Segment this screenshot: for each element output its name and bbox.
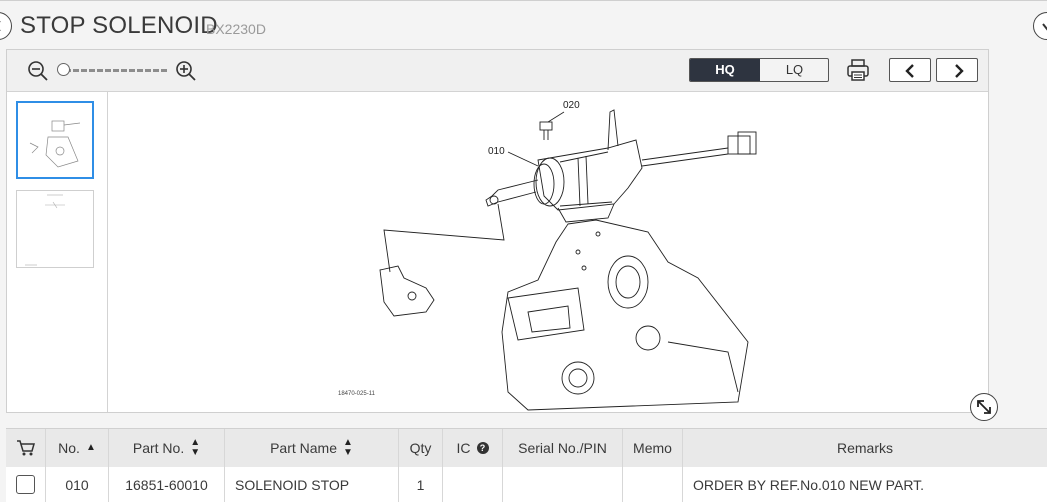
header-no-label: No.: [58, 440, 80, 456]
header-serial-label: Serial No./PIN: [518, 440, 607, 456]
cell-qty: 1: [399, 467, 443, 502]
back-button[interactable]: [0, 12, 12, 40]
sort-asc-icon: ▲: [85, 442, 96, 453]
zoom-slider-knob[interactable]: [57, 63, 70, 76]
cell-no: 010: [46, 467, 109, 502]
zoom-slider-track[interactable]: [65, 69, 167, 72]
callout-010[interactable]: 010: [488, 146, 505, 157]
row-select-cell: [6, 467, 46, 502]
header-qty-label: Qty: [409, 440, 432, 456]
cart-icon: [16, 440, 35, 456]
diagram-viewer: HQ LQ 010 020 18470-025-11: [6, 49, 989, 413]
header-no[interactable]: No. ▲: [46, 429, 109, 467]
cell-remarks: ORDER BY REF.No.010 NEW PART.: [693, 476, 925, 493]
hq-button[interactable]: HQ: [690, 59, 760, 81]
fullscreen-button[interactable]: [970, 393, 998, 421]
cell-memo: [623, 467, 683, 502]
thumbnail-page-1[interactable]: [16, 101, 94, 179]
thumbnail-panel: [7, 92, 108, 412]
cell-part-name: SOLENOID STOP: [225, 467, 399, 502]
parts-table: No. ▲ Part No. ▲ ▼ Part Name ▲ ▼ Qty IC ? …: [6, 428, 1047, 502]
row-checkbox[interactable]: [16, 475, 35, 494]
collapse-button[interactable]: [1033, 12, 1047, 40]
cell-ic: [443, 467, 503, 502]
printer-icon[interactable]: [845, 57, 871, 83]
header-part-no[interactable]: Part No. ▲ ▼: [109, 429, 225, 467]
header-part-no-label: Part No.: [132, 440, 185, 456]
header-ic: IC ?: [443, 429, 503, 467]
thumbnail-diagram-image: [29, 120, 81, 168]
table-header: No. ▲ Part No. ▲ ▼ Part Name ▲ ▼ Qty IC ? …: [6, 428, 1047, 468]
zoom-out-icon[interactable]: [27, 60, 49, 82]
header-memo: Memo: [623, 429, 683, 467]
zoom-in-icon[interactable]: [175, 60, 197, 82]
top-divider: [0, 0, 1047, 1]
table-row[interactable]: 010 16851-60010 SOLENOID STOP 1 ORDER BY…: [6, 467, 1047, 502]
model-code: BX2230D: [206, 21, 266, 37]
sort-icon: ▲ ▼: [343, 437, 353, 458]
viewer-toolbar: HQ LQ: [7, 50, 988, 92]
page-title: STOP SOLENOID: [20, 12, 218, 39]
diagram-code: 18470-025-11: [338, 391, 375, 397]
header-remarks-label: Remarks: [836, 440, 893, 456]
chevron-left-icon: [0, 21, 1, 31]
header-ic-label: IC: [456, 440, 471, 456]
header-remarks: Remarks: [683, 429, 1047, 467]
lq-button[interactable]: LQ: [760, 59, 828, 81]
quality-toggle: HQ LQ: [689, 58, 829, 82]
parts-diagram: 010 020: [379, 100, 757, 411]
header-part-name[interactable]: Part Name ▲ ▼: [225, 429, 399, 467]
callout-020[interactable]: 020: [563, 100, 580, 111]
help-icon[interactable]: ?: [476, 442, 489, 454]
cart-column-header[interactable]: [6, 429, 46, 467]
cell-serial: [503, 467, 623, 502]
expand-icon: [977, 400, 991, 414]
cell-part-no: 16851-60010: [109, 467, 225, 502]
header-memo-label: Memo: [633, 440, 672, 456]
thumbnail-parts-list-image: [25, 194, 65, 266]
sort-icon: ▲ ▼: [190, 437, 201, 458]
prev-page-button[interactable]: [889, 58, 931, 82]
header-serial: Serial No./PIN: [503, 429, 623, 467]
thumbnail-page-2[interactable]: [16, 190, 94, 268]
header-part-name-label: Part Name: [270, 440, 337, 456]
chevron-down-icon: [1042, 23, 1047, 31]
next-page-button[interactable]: [936, 58, 978, 82]
diagram-canvas[interactable]: 010 020 18470-025-11: [108, 92, 988, 412]
chevron-left-icon: [905, 64, 914, 78]
header-qty: Qty: [399, 429, 443, 467]
chevron-right-icon: [955, 64, 964, 78]
